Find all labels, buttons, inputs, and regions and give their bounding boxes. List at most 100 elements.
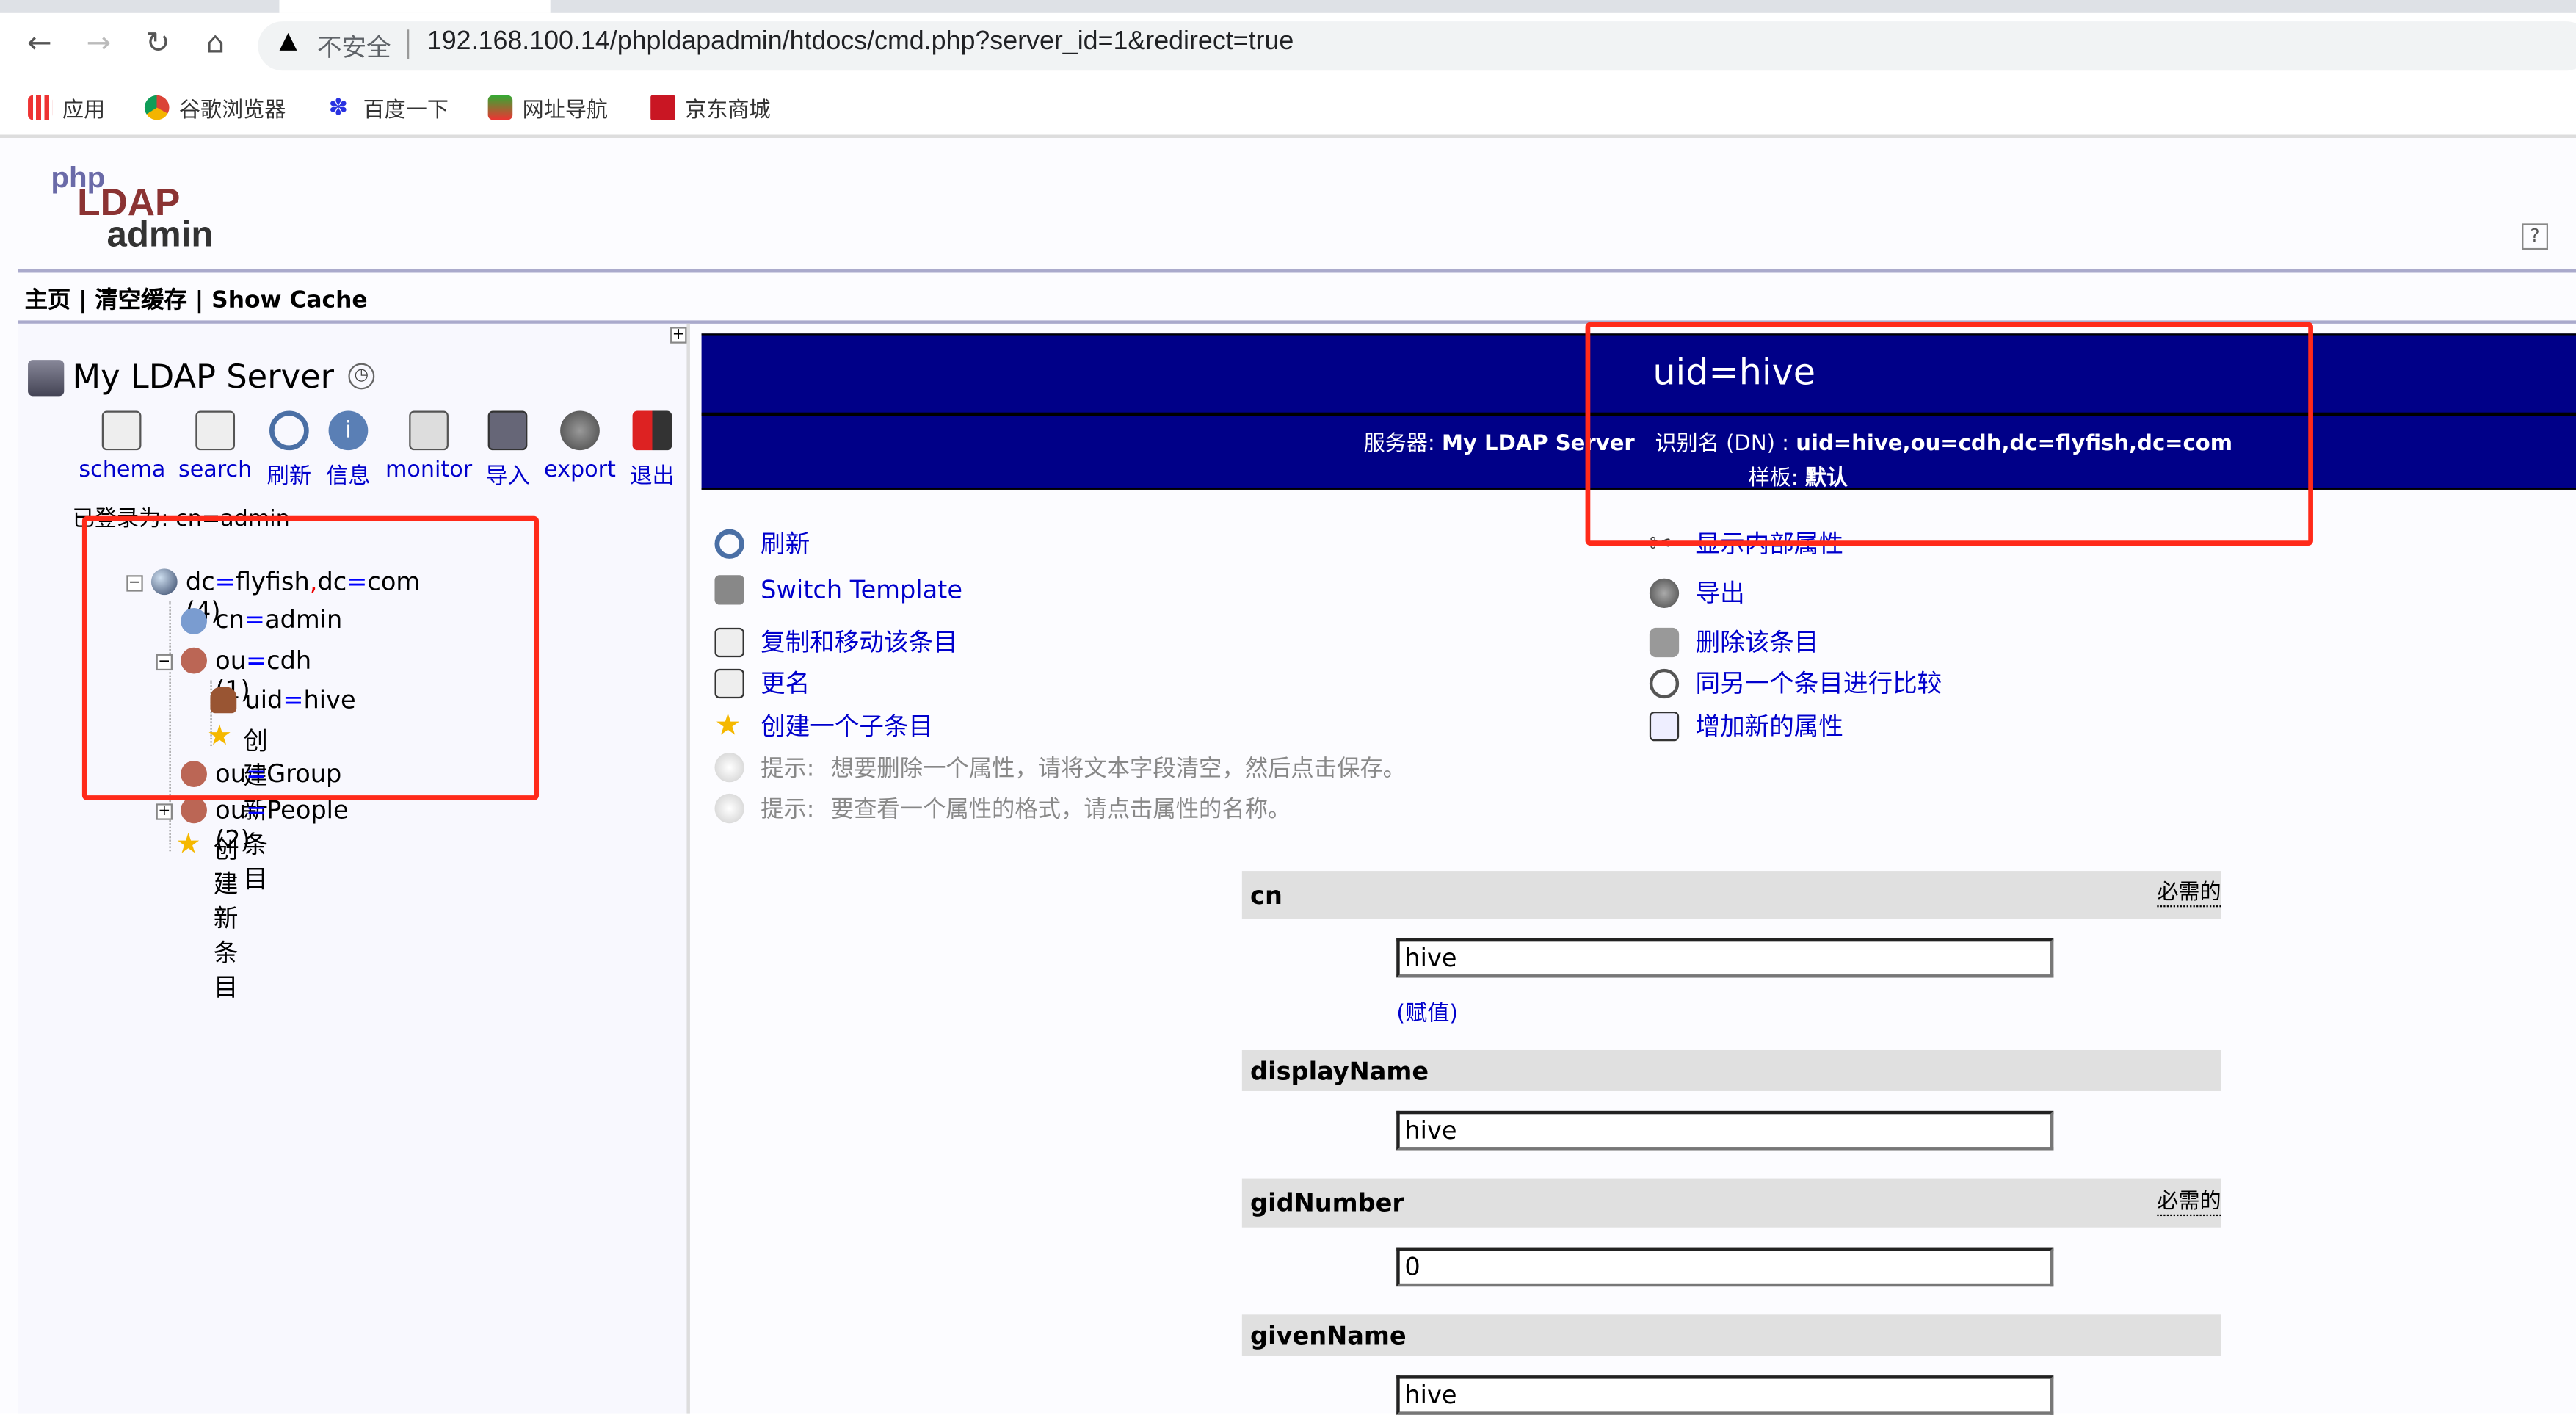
- expand-icon[interactable]: +: [156, 803, 173, 820]
- bookmark-label: 京东商城: [685, 95, 771, 121]
- separator: |: [79, 287, 87, 314]
- toolbar-schema[interactable]: schema: [79, 410, 166, 483]
- bookmark-label: 应用: [62, 95, 106, 121]
- gidnumber-input[interactable]: [1396, 1247, 2054, 1287]
- toolbar-monitor[interactable]: monitor: [382, 410, 474, 483]
- clock-icon[interactable]: ◷: [348, 363, 375, 390]
- action-export[interactable]: 导出: [1649, 575, 1745, 609]
- annotation-box-header: [1585, 322, 2313, 546]
- bookmark-chrome[interactable]: 谷歌浏览器: [144, 90, 286, 123]
- add-attribute-icon: [1649, 710, 1680, 741]
- monitor-icon: [409, 410, 449, 451]
- top-links: 主页 | 清空缓存 | Show Cache: [25, 283, 368, 316]
- help-icon[interactable]: ?: [2522, 223, 2548, 250]
- phpldapadmin-logo[interactable]: php LDAP admin: [25, 161, 214, 256]
- rename-icon: [714, 667, 744, 698]
- attr-header-gidnumber[interactable]: gidNumber 必需的: [1241, 1178, 2221, 1228]
- security-label[interactable]: 不安全: [317, 29, 391, 64]
- attr-header-displayname[interactable]: displayName: [1241, 1050, 2221, 1091]
- trash-icon: [1649, 626, 1680, 657]
- 2345-icon: [487, 94, 513, 120]
- toolbar-export[interactable]: export: [540, 410, 619, 483]
- action-create-child[interactable]: ★ 创建一个子条目: [714, 709, 933, 743]
- home-link[interactable]: 主页: [25, 288, 71, 314]
- info-icon: i: [328, 410, 369, 451]
- cn-input[interactable]: [1396, 938, 2054, 978]
- toolbar-logout[interactable]: 退出: [626, 410, 679, 490]
- warning-icon[interactable]: ▲: [279, 28, 297, 54]
- bookmark-baidu[interactable]: ✽ 百度一下: [329, 90, 449, 123]
- required-label: 必需的: [2157, 1190, 2221, 1215]
- bookmark-label: 网址导航: [522, 95, 609, 121]
- displayname-input[interactable]: [1396, 1110, 2054, 1151]
- toolbar-label: 导入: [485, 463, 530, 490]
- toolbar-label: 退出: [630, 463, 675, 490]
- star-icon: ★: [714, 707, 741, 742]
- chrome-icon: [144, 94, 170, 120]
- copy-icon: [714, 626, 744, 657]
- action-switch-template[interactable]: Switch Template: [714, 575, 962, 605]
- toolbar-import[interactable]: 导入: [482, 410, 534, 490]
- logout-icon: [632, 410, 672, 451]
- toolbar-refresh[interactable]: 刷新: [263, 410, 316, 490]
- toolbar-label: schema: [79, 457, 166, 483]
- url-text[interactable]: 192.168.100.14/phpldapadmin/htdocs/cmd.p…: [427, 28, 1294, 57]
- server-name[interactable]: My LDAP Server: [72, 357, 334, 397]
- assign-link[interactable]: (赋值): [1396, 994, 1458, 1027]
- toolbar-label: export: [544, 457, 616, 483]
- toolbar-label: 刷新: [266, 463, 312, 490]
- attr-header-cn[interactable]: cn 必需的: [1241, 871, 2221, 919]
- action-rename[interactable]: 更名: [714, 665, 810, 700]
- attr-header-givenname[interactable]: givenName: [1241, 1314, 2221, 1356]
- bookmark-label: 谷歌浏览器: [178, 95, 286, 121]
- export-icon: [1649, 577, 1680, 607]
- active-tab[interactable]: [279, 0, 551, 13]
- reload-icon[interactable]: ↻: [138, 26, 178, 61]
- purge-cache-link[interactable]: 清空缓存: [95, 288, 187, 314]
- bookmark-2345[interactable]: 网址导航: [487, 90, 609, 123]
- toolbar-info[interactable]: i 信息: [322, 410, 375, 490]
- bookmark-apps[interactable]: 应用: [28, 90, 105, 123]
- refresh-icon: [714, 528, 744, 558]
- baidu-paw-icon: ✽: [328, 93, 348, 120]
- compare-icon: [1649, 667, 1680, 698]
- expand-panel-icon[interactable]: +: [670, 327, 687, 344]
- toolbar-label: monitor: [385, 457, 473, 483]
- toolbar-search[interactable]: search: [178, 410, 253, 483]
- group-icon: [181, 797, 207, 824]
- template-icon: [714, 575, 744, 605]
- export-icon: [560, 410, 600, 451]
- action-refresh[interactable]: 刷新: [714, 526, 810, 560]
- import-icon: [487, 410, 528, 451]
- bookmark-jd[interactable]: 京东商城: [650, 90, 771, 123]
- refresh-icon: [269, 410, 309, 451]
- annotation-box-tree: [81, 515, 540, 800]
- apps-grid-icon: [28, 94, 53, 120]
- back-icon[interactable]: ←: [20, 26, 59, 61]
- schema-icon: [101, 410, 142, 451]
- tree-item-create-new[interactable]: 创建新条目: [214, 831, 239, 1004]
- action-delete[interactable]: 删除该条目: [1649, 624, 1818, 659]
- bookmark-label: 百度一下: [363, 95, 449, 121]
- hint-delete: 提示: 想要删除一个属性，请将文本字段清空，然后点击保存。: [714, 751, 1406, 784]
- action-add-attribute[interactable]: 增加新的属性: [1649, 709, 1843, 743]
- server-icon: [28, 360, 65, 397]
- star-icon: ★: [175, 828, 201, 861]
- home-icon[interactable]: ⌂: [195, 26, 235, 61]
- divider: [407, 29, 410, 59]
- toolbar-label: 信息: [326, 463, 371, 490]
- required-label: 必需的: [2157, 882, 2221, 908]
- divider: [18, 269, 2576, 273]
- givenname-input[interactable]: [1396, 1375, 2054, 1415]
- hint-format: 提示: 要查看一个属性的格式，请点击属性的名称。: [714, 792, 1291, 825]
- action-copy-move[interactable]: 复制和移动该条目: [714, 624, 958, 659]
- jd-icon: [650, 94, 675, 120]
- show-cache-link[interactable]: Show Cache: [211, 288, 368, 314]
- action-compare[interactable]: 同另一个条目进行比较: [1649, 665, 1942, 700]
- toolbar-label: search: [178, 457, 253, 483]
- separator: |: [195, 287, 204, 314]
- forward-icon[interactable]: →: [79, 26, 118, 61]
- lightbulb-icon: [714, 752, 744, 783]
- search-icon: [195, 410, 236, 451]
- lightbulb-icon: [714, 793, 744, 824]
